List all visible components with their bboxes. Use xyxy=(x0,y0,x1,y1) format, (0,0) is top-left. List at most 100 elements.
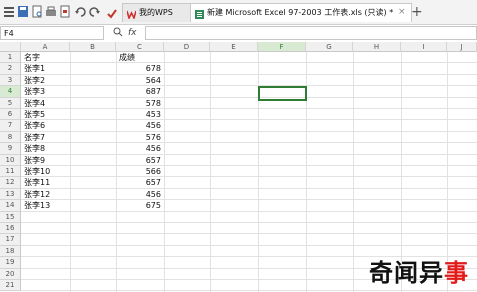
column-header-h[interactable]: H xyxy=(353,42,401,52)
cell-score[interactable]: 576 xyxy=(119,132,161,143)
print-preview-icon[interactable] xyxy=(31,4,43,18)
tab-my-wps-label: 我的WPS xyxy=(139,8,173,17)
cell-name[interactable]: 张李10 xyxy=(24,166,67,177)
check-icon[interactable] xyxy=(106,5,118,19)
gridline-horizontal xyxy=(21,222,477,223)
cell-name[interactable]: 张李9 xyxy=(24,155,67,166)
row-header-13[interactable]: 13 xyxy=(0,188,21,201)
spreadsheet-file-icon xyxy=(195,8,204,19)
row-header-2[interactable]: 2 xyxy=(0,63,21,75)
wps-logo-icon xyxy=(126,8,137,21)
cell-score[interactable]: 675 xyxy=(119,200,161,211)
cell-name[interactable]: 张李8 xyxy=(24,143,67,154)
column-header-j[interactable]: J xyxy=(447,42,477,52)
column-header-e[interactable]: E xyxy=(210,42,258,52)
cell-score[interactable]: 456 xyxy=(119,189,161,200)
select-all-corner[interactable] xyxy=(0,42,21,52)
row-header-17[interactable]: 17 xyxy=(0,234,21,246)
cell-name[interactable]: 张李11 xyxy=(24,177,67,188)
cell-score[interactable]: 456 xyxy=(119,120,161,131)
row-header-9[interactable]: 9 xyxy=(0,143,21,155)
name-box[interactable]: F4 xyxy=(0,26,104,40)
cell-score[interactable]: 566 xyxy=(119,166,161,177)
row-header-12[interactable]: 12 xyxy=(0,177,21,189)
column-header-f[interactable]: F xyxy=(258,42,306,52)
selected-cell-f4[interactable] xyxy=(258,86,307,101)
gridline-horizontal xyxy=(21,290,477,292)
column-header-d[interactable]: D xyxy=(164,42,210,52)
column-header-i[interactable]: I xyxy=(401,42,447,52)
formula-input[interactable] xyxy=(145,26,477,40)
cell-score[interactable]: 687 xyxy=(119,86,161,97)
cell-name[interactable]: 张李2 xyxy=(24,75,67,86)
cell-name[interactable]: 张李12 xyxy=(24,189,67,200)
row-header-7[interactable]: 7 xyxy=(0,120,21,132)
row-header-5[interactable]: 5 xyxy=(0,97,21,109)
export-pdf-icon[interactable] xyxy=(59,4,71,18)
row-header-19[interactable]: 19 xyxy=(0,257,21,269)
gridline-horizontal xyxy=(21,187,477,189)
cell-a1[interactable]: 名字 xyxy=(24,52,67,63)
cell-score[interactable]: 657 xyxy=(119,177,161,188)
tab-my-wps[interactable]: 我的WPS xyxy=(122,3,194,22)
column-header-c[interactable]: C xyxy=(116,42,164,52)
gridline-horizontal xyxy=(21,176,477,178)
column-header-g[interactable]: G xyxy=(306,42,353,52)
watermark-accent: 事 xyxy=(444,258,469,287)
app-menu-icon[interactable] xyxy=(3,4,15,18)
cell-score[interactable]: 657 xyxy=(119,155,161,166)
watermark-text: 奇闻异 xyxy=(369,258,444,287)
function-button[interactable]: fx xyxy=(128,26,137,40)
row-header-16[interactable]: 16 xyxy=(0,223,21,235)
row-header-15[interactable]: 15 xyxy=(0,211,21,223)
row-header-11[interactable]: 11 xyxy=(0,166,21,178)
gridline-horizontal xyxy=(21,108,477,109)
tab-workbook[interactable]: 新建 Microsoft Excel 97-2003 工作表.xls (只读) … xyxy=(190,3,412,22)
gridline-horizontal xyxy=(21,73,477,75)
row-header-21[interactable]: 21 xyxy=(0,280,21,292)
zoom-icon[interactable] xyxy=(113,26,123,43)
gridline-horizontal xyxy=(21,142,477,144)
gridline-horizontal xyxy=(21,210,477,212)
row-header-20[interactable]: 20 xyxy=(0,268,21,280)
gridline-horizontal xyxy=(21,244,477,246)
save-icon[interactable] xyxy=(17,4,29,18)
cell-name[interactable]: 张李5 xyxy=(24,109,67,120)
cell-name[interactable]: 张李3 xyxy=(24,86,67,97)
cell-name[interactable]: 张李1 xyxy=(24,63,67,74)
watermark-logo: 奇闻异事 xyxy=(369,253,469,288)
column-header-b[interactable]: B xyxy=(70,42,116,52)
cell-c1[interactable]: 成绩 xyxy=(119,52,161,63)
title-toolbar: 我的WPS 新建 Microsoft Excel 97-2003 工作表.xls… xyxy=(0,0,477,25)
cell-score[interactable]: 678 xyxy=(119,63,161,74)
gridline-horizontal xyxy=(21,130,477,132)
tab-close-icon[interactable]: × xyxy=(398,3,406,21)
row-header-8[interactable]: 8 xyxy=(0,131,21,144)
gridline-horizontal xyxy=(21,199,477,201)
undo-icon[interactable] xyxy=(74,4,86,18)
row-header-1[interactable]: 1 xyxy=(0,52,21,64)
cell-score[interactable]: 564 xyxy=(119,75,161,86)
row-header-3[interactable]: 3 xyxy=(0,74,21,87)
row-header-6[interactable]: 6 xyxy=(0,109,21,121)
tab-workbook-label: 新建 Microsoft Excel 97-2003 工作表.xls (只读) … xyxy=(207,8,394,17)
row-header-4[interactable]: 4 xyxy=(0,86,21,98)
cell-name[interactable]: 张李4 xyxy=(24,98,67,109)
cell-name[interactable]: 张李13 xyxy=(24,200,67,211)
cell-name[interactable]: 张李6 xyxy=(24,120,67,131)
cell-score[interactable]: 456 xyxy=(119,143,161,154)
cell-score[interactable]: 578 xyxy=(119,98,161,109)
row-header-10[interactable]: 10 xyxy=(0,154,21,166)
row-header-14[interactable]: 14 xyxy=(0,200,21,212)
column-header-a[interactable]: A xyxy=(21,42,70,52)
new-tab-button[interactable]: + xyxy=(411,2,423,22)
cell-score[interactable]: 453 xyxy=(119,109,161,120)
row-header-18[interactable]: 18 xyxy=(0,245,21,258)
gridline-horizontal xyxy=(21,62,477,64)
redo-icon[interactable] xyxy=(89,4,101,18)
gridline-horizontal xyxy=(21,153,477,155)
print-icon[interactable] xyxy=(45,4,57,18)
gridline-horizontal xyxy=(21,119,477,121)
cell-name[interactable]: 张李7 xyxy=(24,132,67,143)
gridline-horizontal xyxy=(21,233,477,235)
